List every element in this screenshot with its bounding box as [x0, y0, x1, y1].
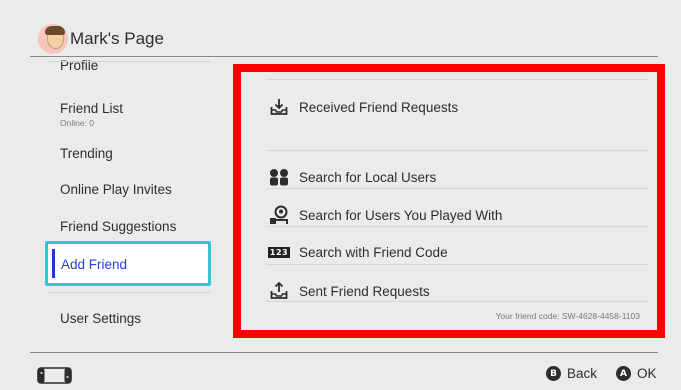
code-123-icon: 123 — [267, 241, 291, 263]
outbox-upload-icon — [268, 280, 290, 302]
ok-label: OK — [637, 366, 657, 381]
back-label: Back — [567, 366, 598, 381]
code-badge: 123 — [267, 246, 291, 258]
sidebar: Profile Friend List Online: 0 Trending O… — [0, 58, 230, 350]
option-label: Sent Friend Requests — [299, 283, 430, 299]
ok-button[interactable]: A OK — [616, 366, 657, 381]
option-label: Received Friend Requests — [299, 99, 459, 115]
sidebar-item-add-friend[interactable]: Add Friend — [45, 241, 211, 286]
footer-divider — [30, 352, 658, 353]
option-label: Search for Users You Played With — [299, 207, 503, 223]
user-avatar[interactable] — [38, 24, 68, 54]
search-local-users-option[interactable]: Search for Local Users — [268, 164, 436, 190]
sidebar-item-online-play-invites[interactable]: Online Play Invites — [60, 182, 172, 197]
a-button-icon: A — [616, 366, 631, 381]
search-played-with-option[interactable]: Search for Users You Played With — [268, 202, 502, 228]
friend-code-text: Your friend code: SW-4628-4458-1103 — [495, 311, 640, 321]
sidebar-item-label: Add Friend — [61, 257, 128, 272]
received-friend-requests-option[interactable]: Received Friend Requests — [268, 94, 458, 120]
row-divider — [266, 79, 649, 80]
search-friend-code-option[interactable]: 123 Search with Friend Code — [267, 239, 448, 265]
sidebar-item-friend-suggestions[interactable]: Friend Suggestions — [60, 219, 176, 234]
add-friend-panel: Received Friend Requests Search for Loca… — [233, 64, 665, 338]
sidebar-item-trending[interactable]: Trending — [60, 146, 113, 161]
friend-list-online-count: Online: 0 — [60, 118, 95, 128]
page-title: Mark's Page — [70, 29, 164, 48]
selection-indicator — [52, 249, 55, 278]
header-divider — [30, 56, 658, 57]
back-button[interactable]: B Back — [546, 366, 597, 381]
option-label: Search for Local Users — [299, 169, 437, 185]
console-icon — [37, 367, 72, 384]
avatar-hair — [45, 26, 65, 35]
user-history-icon — [268, 204, 290, 226]
inbox-download-icon — [268, 96, 290, 118]
b-button-icon: B — [546, 366, 561, 381]
sidebar-item-user-settings[interactable]: User Settings — [60, 311, 141, 326]
row-divider — [266, 188, 649, 189]
sidebar-divider — [48, 61, 210, 62]
row-divider — [266, 226, 649, 227]
row-divider — [266, 264, 649, 265]
row-divider — [266, 301, 649, 302]
sidebar-divider — [48, 292, 210, 293]
row-divider — [266, 150, 649, 151]
page-header: Mark's Page — [0, 0, 681, 58]
sidebar-item-friend-list[interactable]: Friend List — [60, 101, 123, 116]
two-users-icon — [268, 166, 290, 188]
option-label: Search with Friend Code — [299, 244, 448, 260]
